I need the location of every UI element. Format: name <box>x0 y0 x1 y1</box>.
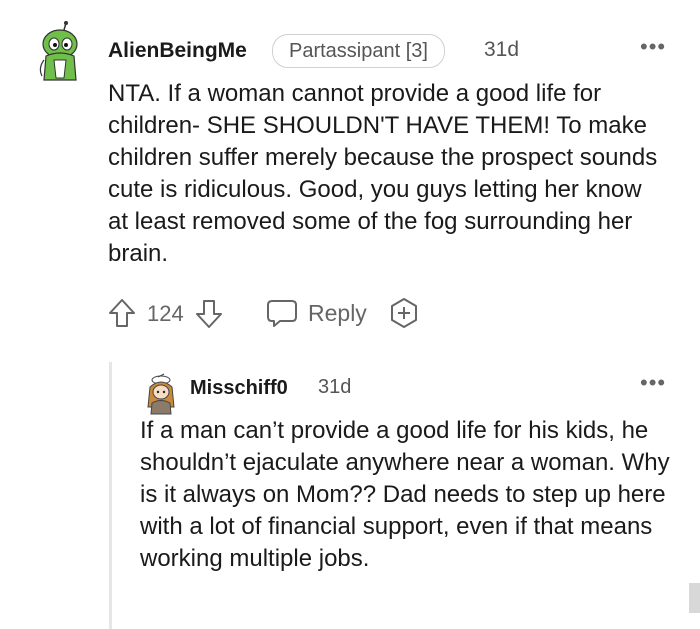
alien-avatar-icon <box>39 21 78 81</box>
reply-button[interactable]: Reply <box>266 298 367 328</box>
downvote-button[interactable] <box>195 299 223 329</box>
award-plus-icon <box>391 298 417 328</box>
user-flair: Partassipant [3] <box>272 34 445 68</box>
vote-score: 124 <box>147 301 184 326</box>
reply-body: If a man can’t provide a good life for h… <box>140 417 670 572</box>
downvote-arrow-icon <box>196 300 222 328</box>
reply-age: 31d <box>318 376 352 398</box>
upvote-button[interactable] <box>108 298 136 328</box>
more-options-icon[interactable]: ••• <box>640 36 666 58</box>
comment-age: 31d <box>484 38 520 61</box>
scroll-indicator <box>689 583 700 613</box>
more-options-icon[interactable]: ••• <box>640 372 666 394</box>
avatar[interactable] <box>36 20 88 82</box>
snoo-avatar-icon <box>147 373 175 415</box>
avatar[interactable] <box>144 373 178 415</box>
comment-username[interactable]: AlienBeingMe <box>108 39 247 63</box>
reply-username[interactable]: Misschiff0 <box>190 377 288 399</box>
reply-comment: Misschiff0 31d ••• If a man can’t provid… <box>112 360 700 629</box>
comment: AlienBeingMe Partassipant [3] 31d ••• NT… <box>0 0 700 360</box>
comment-body: NTA. If a woman cannot provide a good li… <box>108 80 658 267</box>
award-button[interactable] <box>388 297 420 329</box>
reply-label: Reply <box>308 300 367 326</box>
upvote-arrow-icon <box>109 299 135 327</box>
speech-bubble-icon <box>267 300 297 327</box>
